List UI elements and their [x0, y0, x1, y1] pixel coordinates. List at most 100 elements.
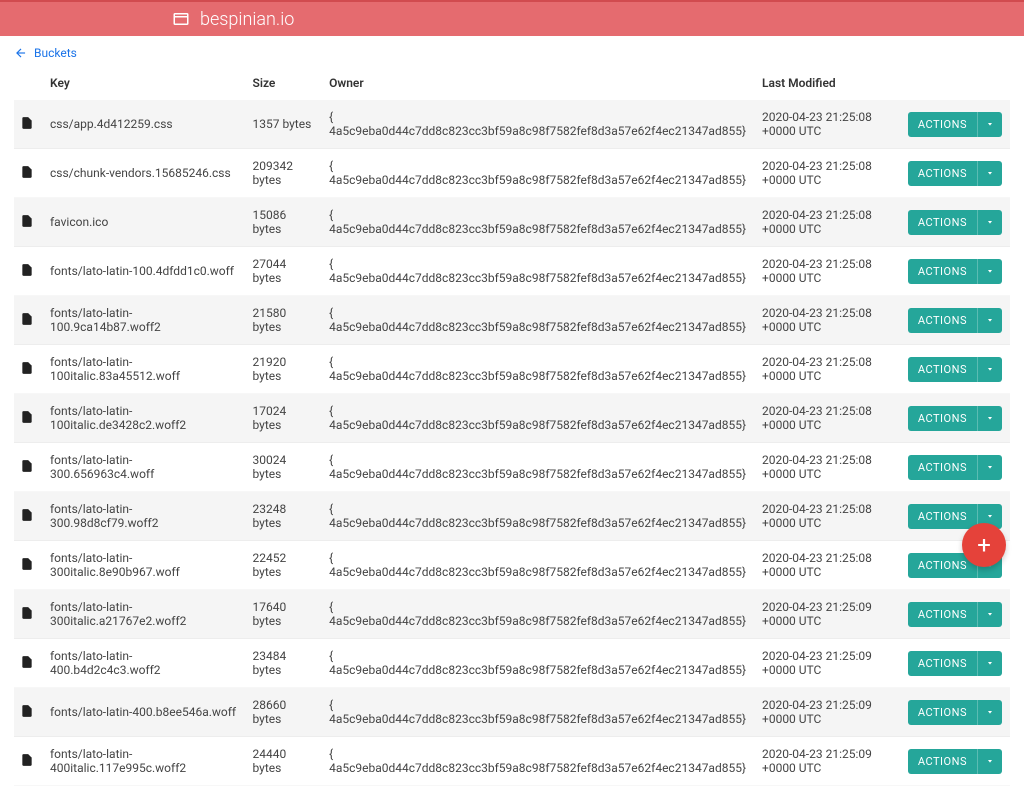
table-row: fonts/lato-latin-400italic.117e995c.woff…	[14, 737, 1010, 786]
file-icon	[20, 116, 34, 130]
caret-down-icon	[978, 259, 1002, 284]
actions-label: ACTIONS	[908, 357, 978, 382]
actions-button[interactable]: ACTIONS	[908, 749, 1002, 774]
cell-owner: { 4a5c9eba0d44c7dd8c823cc3bf59a8c98f7582…	[321, 100, 754, 149]
back-arrow-icon	[14, 46, 28, 60]
actions-label: ACTIONS	[908, 161, 978, 186]
plus-icon: +	[977, 531, 991, 559]
actions-label: ACTIONS	[908, 602, 978, 627]
top-bar: bespinian.io	[0, 0, 1024, 36]
caret-down-icon	[978, 749, 1002, 774]
cell-key[interactable]: fonts/lato-latin-100.9ca14b87.woff2	[42, 296, 245, 345]
file-icon	[20, 214, 34, 228]
col-header-key[interactable]: Key	[42, 70, 245, 100]
cell-size: 209342 bytes	[245, 149, 322, 198]
actions-button[interactable]: ACTIONS	[908, 455, 1002, 480]
cell-key[interactable]: fonts/lato-latin-300.656963c4.woff	[42, 443, 245, 492]
caret-down-icon	[978, 602, 1002, 627]
cell-key[interactable]: css/chunk-vendors.15685246.css	[42, 149, 245, 198]
cell-modified: 2020-04-23 21:25:09 +0000 UTC	[754, 639, 900, 688]
table-row: css/chunk-vendors.15685246.css209342 byt…	[14, 149, 1010, 198]
cell-key[interactable]: fonts/lato-latin-400italic.117e995c.woff…	[42, 737, 245, 786]
table-row: fonts/lato-latin-100.9ca14b87.woff221580…	[14, 296, 1010, 345]
table-row: fonts/lato-latin-300.98d8cf79.woff223248…	[14, 492, 1010, 541]
actions-label: ACTIONS	[908, 112, 978, 137]
file-icon	[20, 312, 34, 326]
cell-key[interactable]: css/app.4d412259.css	[42, 100, 245, 149]
cell-modified: 2020-04-23 21:25:08 +0000 UTC	[754, 100, 900, 149]
table-row: fonts/lato-latin-100italic.83a45512.woff…	[14, 345, 1010, 394]
actions-button[interactable]: ACTIONS	[908, 602, 1002, 627]
actions-button[interactable]: ACTIONS	[908, 700, 1002, 725]
cell-modified: 2020-04-23 21:25:08 +0000 UTC	[754, 345, 900, 394]
cell-key[interactable]: fonts/lato-latin-400.b8ee546a.woff	[42, 688, 245, 737]
col-header-size[interactable]: Size	[245, 70, 322, 100]
cell-owner: { 4a5c9eba0d44c7dd8c823cc3bf59a8c98f7582…	[321, 149, 754, 198]
cell-owner: { 4a5c9eba0d44c7dd8c823cc3bf59a8c98f7582…	[321, 492, 754, 541]
file-icon	[20, 557, 34, 571]
actions-button[interactable]: ACTIONS	[908, 210, 1002, 235]
objects-table: Key Size Owner Last Modified css/app.4d4…	[14, 70, 1010, 786]
cell-modified: 2020-04-23 21:25:08 +0000 UTC	[754, 247, 900, 296]
cell-key[interactable]: fonts/lato-latin-300italic.8e90b967.woff	[42, 541, 245, 590]
breadcrumb[interactable]: Buckets	[0, 36, 1024, 70]
cell-size: 28660 bytes	[245, 688, 322, 737]
cell-key[interactable]: fonts/lato-latin-300.98d8cf79.woff2	[42, 492, 245, 541]
cell-key[interactable]: fonts/lato-latin-300italic.a21767e2.woff…	[42, 590, 245, 639]
cell-key[interactable]: favicon.ico	[42, 198, 245, 247]
cell-modified: 2020-04-23 21:25:08 +0000 UTC	[754, 394, 900, 443]
table-row: fonts/lato-latin-300italic.a21767e2.woff…	[14, 590, 1010, 639]
col-header-owner[interactable]: Owner	[321, 70, 754, 100]
cell-size: 17024 bytes	[245, 394, 322, 443]
file-icon	[20, 165, 34, 179]
actions-button[interactable]: ACTIONS	[908, 651, 1002, 676]
cell-owner: { 4a5c9eba0d44c7dd8c823cc3bf59a8c98f7582…	[321, 737, 754, 786]
actions-button[interactable]: ACTIONS	[908, 406, 1002, 431]
actions-button[interactable]: ACTIONS	[908, 357, 1002, 382]
col-header-modified[interactable]: Last Modified	[754, 70, 900, 100]
cell-size: 21580 bytes	[245, 296, 322, 345]
caret-down-icon	[978, 455, 1002, 480]
cell-modified: 2020-04-23 21:25:08 +0000 UTC	[754, 296, 900, 345]
caret-down-icon	[978, 161, 1002, 186]
cell-key[interactable]: fonts/lato-latin-100italic.83a45512.woff	[42, 345, 245, 394]
caret-down-icon	[978, 357, 1002, 382]
actions-button[interactable]: ACTIONS	[908, 112, 1002, 137]
app-title: bespinian.io	[200, 9, 294, 30]
file-icon	[20, 655, 34, 669]
cell-owner: { 4a5c9eba0d44c7dd8c823cc3bf59a8c98f7582…	[321, 688, 754, 737]
add-button[interactable]: +	[962, 523, 1006, 567]
cell-modified: 2020-04-23 21:25:08 +0000 UTC	[754, 149, 900, 198]
table-row: fonts/lato-latin-400.b8ee546a.woff28660 …	[14, 688, 1010, 737]
cell-key[interactable]: fonts/lato-latin-100italic.de3428c2.woff…	[42, 394, 245, 443]
actions-button[interactable]: ACTIONS	[908, 308, 1002, 333]
cell-owner: { 4a5c9eba0d44c7dd8c823cc3bf59a8c98f7582…	[321, 198, 754, 247]
actions-label: ACTIONS	[908, 504, 978, 529]
actions-button[interactable]: ACTIONS	[908, 259, 1002, 284]
file-icon	[20, 508, 34, 522]
cell-modified: 2020-04-23 21:25:09 +0000 UTC	[754, 737, 900, 786]
actions-label: ACTIONS	[908, 455, 978, 480]
cell-owner: { 4a5c9eba0d44c7dd8c823cc3bf59a8c98f7582…	[321, 541, 754, 590]
cell-key[interactable]: fonts/lato-latin-100.4dfdd1c0.woff	[42, 247, 245, 296]
actions-label: ACTIONS	[908, 700, 978, 725]
file-icon	[20, 753, 34, 767]
caret-down-icon	[978, 700, 1002, 725]
cell-owner: { 4a5c9eba0d44c7dd8c823cc3bf59a8c98f7582…	[321, 639, 754, 688]
breadcrumb-label: Buckets	[34, 46, 77, 60]
cell-owner: { 4a5c9eba0d44c7dd8c823cc3bf59a8c98f7582…	[321, 345, 754, 394]
window-icon	[172, 10, 190, 28]
actions-label: ACTIONS	[908, 749, 978, 774]
cell-modified: 2020-04-23 21:25:09 +0000 UTC	[754, 688, 900, 737]
cell-owner: { 4a5c9eba0d44c7dd8c823cc3bf59a8c98f7582…	[321, 247, 754, 296]
table-row: favicon.ico15086 bytes{ 4a5c9eba0d44c7dd…	[14, 198, 1010, 247]
file-icon	[20, 704, 34, 718]
cell-size: 15086 bytes	[245, 198, 322, 247]
cell-size: 30024 bytes	[245, 443, 322, 492]
cell-modified: 2020-04-23 21:25:08 +0000 UTC	[754, 492, 900, 541]
actions-label: ACTIONS	[908, 259, 978, 284]
cell-key[interactable]: fonts/lato-latin-400.b4d2c4c3.woff2	[42, 639, 245, 688]
actions-button[interactable]: ACTIONS	[908, 161, 1002, 186]
cell-size: 23248 bytes	[245, 492, 322, 541]
file-icon	[20, 410, 34, 424]
